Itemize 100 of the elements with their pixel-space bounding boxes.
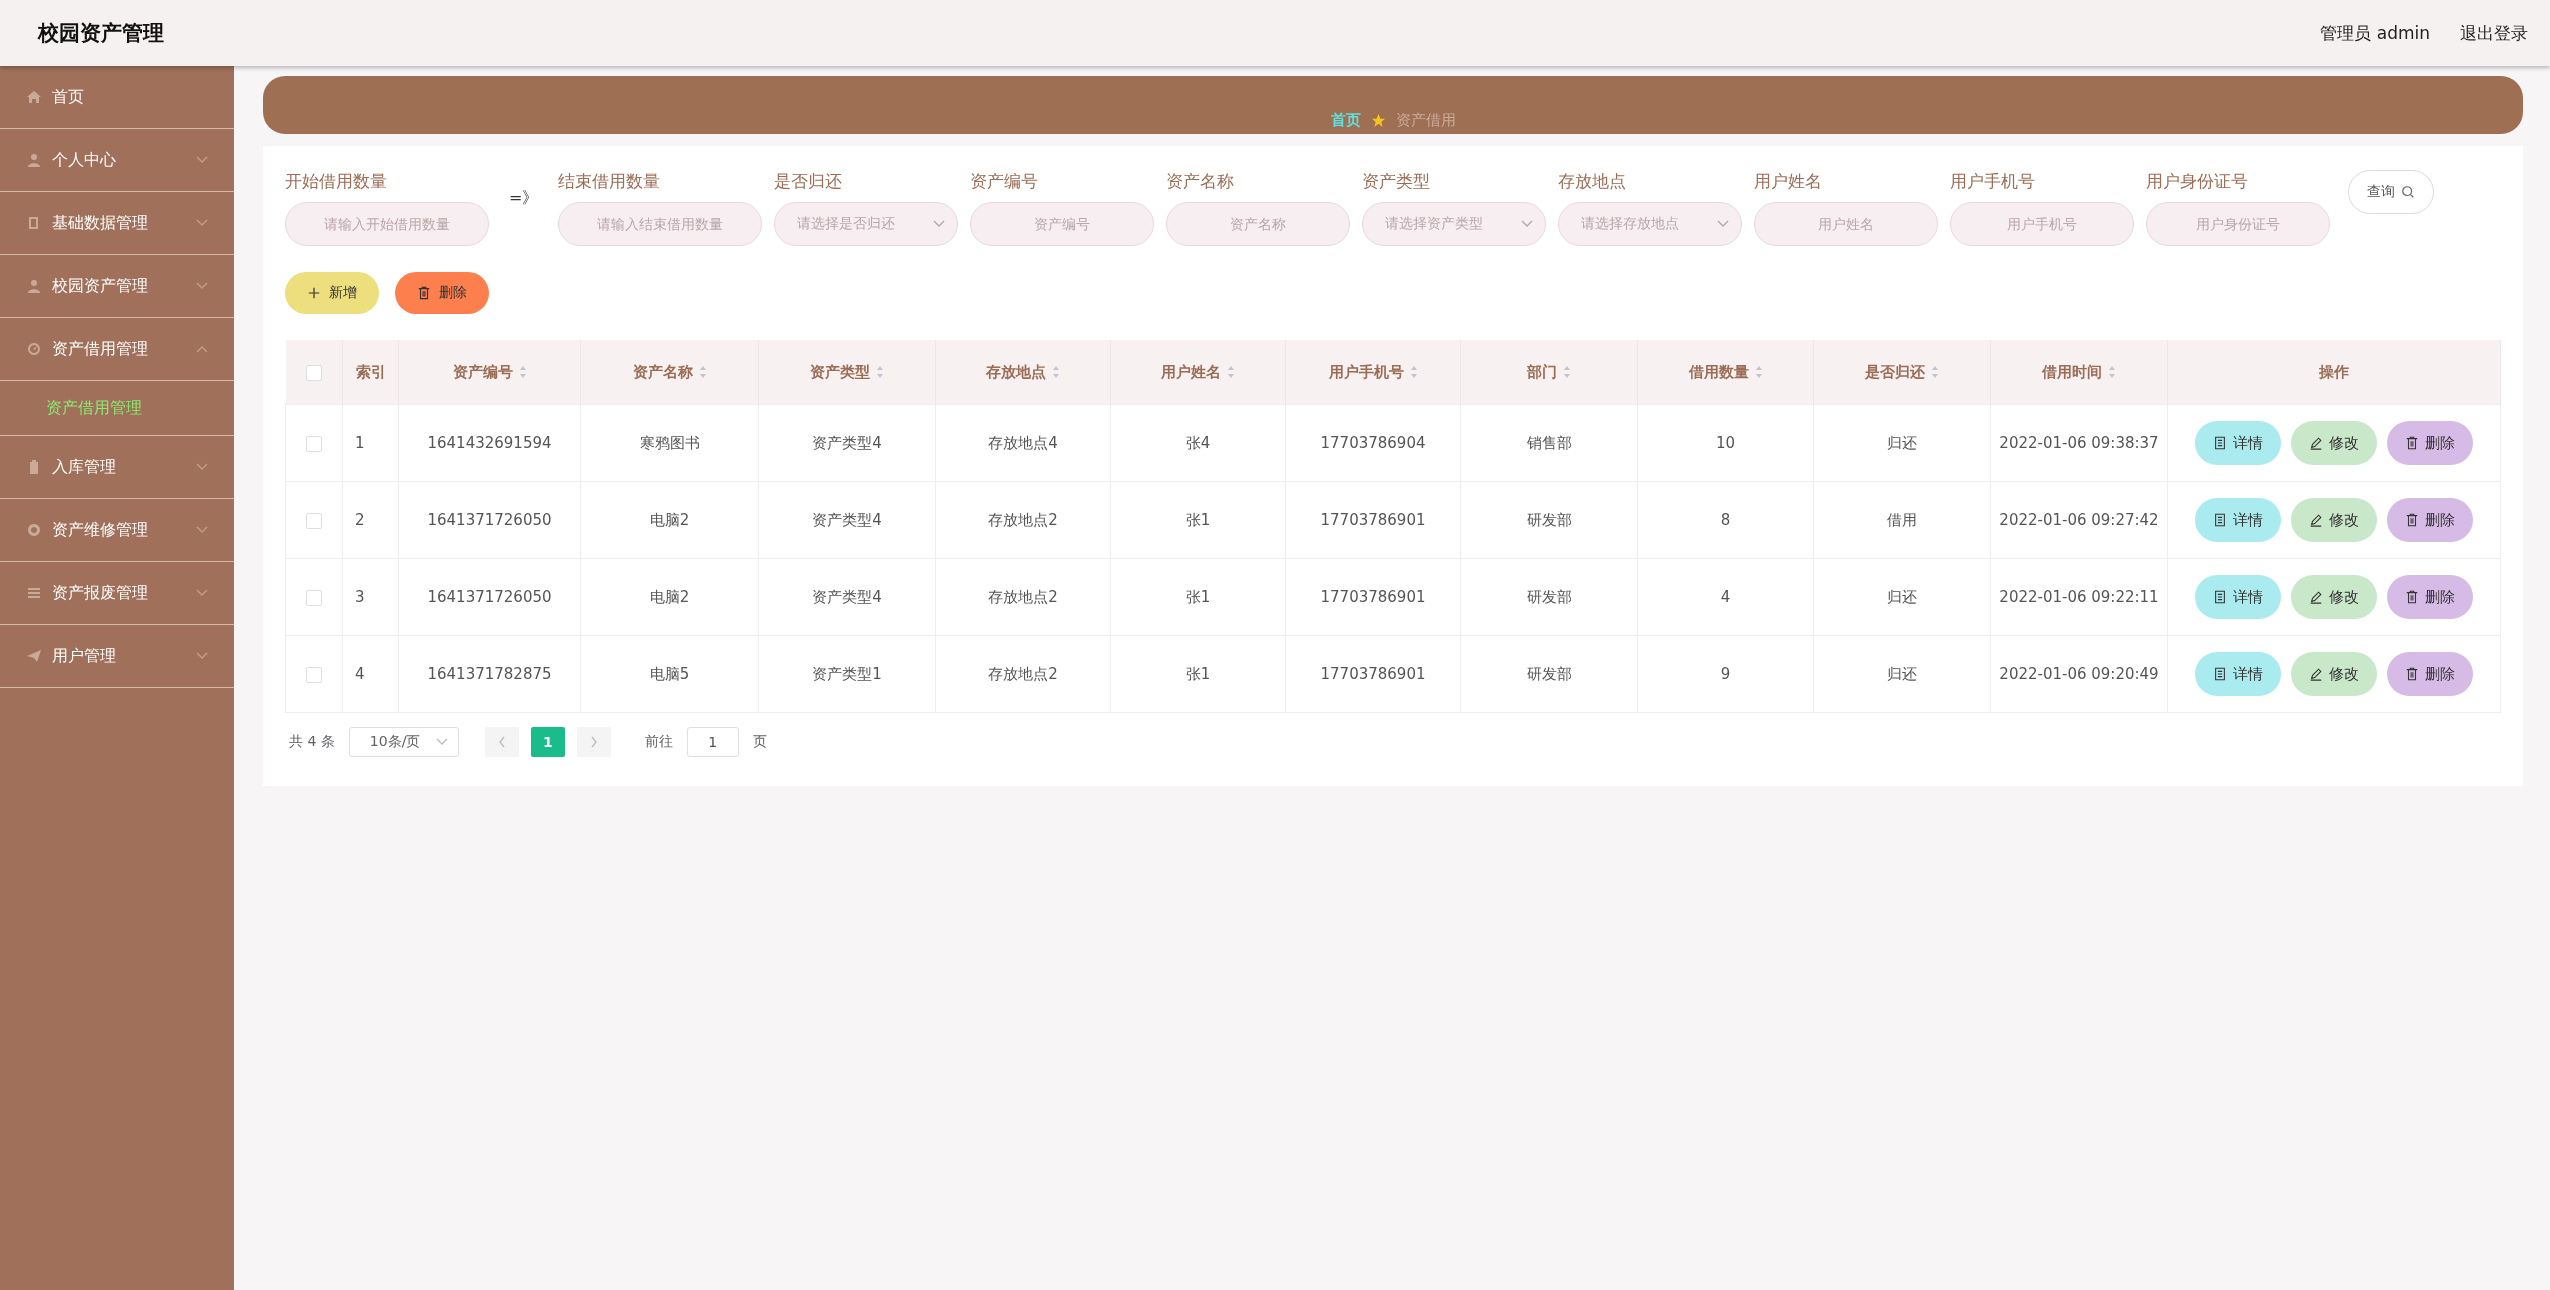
- trash-icon: [2405, 590, 2419, 604]
- detail-button[interactable]: 详情: [2195, 575, 2281, 619]
- sidebar-item[interactable]: 个人中心: [0, 129, 234, 192]
- checkbox[interactable]: [306, 589, 322, 606]
- sidebar-item[interactable]: 资产维修管理: [0, 499, 234, 562]
- table-cell: 17703786904: [1320, 434, 1426, 452]
- input-field[interactable]: 用户身份证号: [2146, 202, 2331, 246]
- column-header: 借用数量: [1688, 362, 1749, 382]
- document-icon: [2213, 590, 2227, 604]
- home-icon: [26, 89, 42, 105]
- delete-button[interactable]: 删除: [2387, 652, 2473, 696]
- sidebar-item[interactable]: 首页: [0, 66, 234, 129]
- search-button[interactable]: 查询: [2348, 170, 2435, 214]
- table-cell: 归还: [1887, 588, 1917, 606]
- checkbox[interactable]: [306, 512, 322, 529]
- sort-icon[interactable]: [1931, 365, 1939, 379]
- column-header: 资产名称: [632, 362, 693, 382]
- delete-button[interactable]: 删除: [2387, 498, 2473, 542]
- field-label: 存放地点: [1558, 170, 1628, 193]
- sort-icon[interactable]: [518, 365, 527, 379]
- input-field[interactable]: 资产名称: [1166, 202, 1351, 246]
- logout-link[interactable]: 退出登录: [2460, 21, 2528, 45]
- page-size-select[interactable]: 10条/页: [348, 727, 459, 757]
- edit-button[interactable]: 修改: [2291, 421, 2377, 465]
- sort-icon[interactable]: [1052, 365, 1060, 379]
- sort-icon[interactable]: [876, 365, 884, 379]
- table-cell: 电脑2: [649, 511, 690, 529]
- detail-button[interactable]: 详情: [2195, 652, 2281, 696]
- sidebar-item[interactable]: 用户管理: [0, 625, 234, 688]
- gauge-icon: [26, 341, 42, 357]
- table-cell: 张1: [1185, 588, 1211, 606]
- pencil-icon: [2309, 667, 2323, 681]
- edit-button[interactable]: 修改: [2291, 498, 2377, 542]
- breadcrumb-current: 资产借用: [1395, 111, 1456, 130]
- sort-icon[interactable]: [1409, 365, 1418, 379]
- delete-button[interactable]: 删除: [2387, 421, 2473, 465]
- sidebar-item[interactable]: 入库管理: [0, 436, 234, 499]
- table-cell: 17703786901: [1320, 511, 1426, 529]
- next-page-button[interactable]: [576, 727, 611, 757]
- pencil-icon: [2309, 513, 2323, 527]
- document-icon: [2213, 513, 2227, 527]
- table-cell: 1641371726050: [427, 588, 552, 606]
- table-cell: 4: [1720, 588, 1731, 606]
- page-suffix: 页: [752, 733, 767, 751]
- table-cell: 资产类型4: [812, 434, 882, 452]
- table-cell: 研发部: [1526, 511, 1572, 529]
- input-field[interactable]: 请输入结束借用数量: [558, 202, 763, 246]
- table-cell: 1641432691594: [427, 434, 552, 452]
- chevron-down-icon: [196, 156, 208, 164]
- previous-page-button[interactable]: [484, 727, 519, 757]
- table-cell: 2022-01-06 09:27:42: [1999, 511, 2159, 529]
- detail-button[interactable]: 详情: [2195, 498, 2281, 542]
- table-cell: 研发部: [1526, 665, 1572, 683]
- sort-icon[interactable]: [1754, 365, 1763, 379]
- sort-icon[interactable]: [2108, 365, 2116, 379]
- detail-button[interactable]: 详情: [2195, 421, 2281, 465]
- table-cell: 17703786901: [1320, 588, 1426, 606]
- chevron-down-icon: [196, 463, 208, 471]
- table-cell: 存放地点4: [988, 434, 1058, 452]
- chevron-down-icon: [933, 220, 946, 228]
- input-field[interactable]: 用户手机号: [1950, 202, 2135, 246]
- page-input[interactable]: 1: [686, 727, 739, 757]
- input-field[interactable]: 资产编号: [970, 202, 1155, 246]
- add-button[interactable]: 新增: [285, 272, 379, 314]
- input-field[interactable]: 用户姓名: [1754, 202, 1939, 246]
- checkbox[interactable]: [306, 435, 322, 452]
- edit-button[interactable]: 修改: [2291, 575, 2377, 619]
- goto-label: 前往: [644, 733, 673, 751]
- chevron-down-icon: [196, 589, 208, 597]
- table-cell: 借用: [1887, 511, 1917, 529]
- sidebar-item[interactable]: 校园资产管理: [0, 255, 234, 318]
- pencil-icon: [2309, 436, 2323, 450]
- field-label: 是否归还: [774, 170, 844, 193]
- total-count: 共 4 条: [289, 733, 335, 751]
- table-cell: 研发部: [1526, 588, 1572, 606]
- column-header: 是否归还: [1865, 362, 1925, 382]
- checkbox[interactable]: [305, 364, 322, 381]
- table-cell: 资产类型4: [812, 511, 882, 529]
- table-cell: 归还: [1887, 434, 1917, 452]
- delete-button[interactable]: 删除: [2387, 575, 2473, 619]
- sort-icon[interactable]: [1563, 365, 1571, 379]
- input-field[interactable]: 请输入开始借用数量: [285, 202, 489, 246]
- search-icon: [2401, 185, 2416, 199]
- table-cell: 存放地点2: [988, 665, 1058, 683]
- sidebar-item[interactable]: 资产借用管理: [0, 318, 234, 381]
- table-cell: 张4: [1185, 434, 1211, 452]
- checkbox[interactable]: [306, 666, 322, 683]
- column-header: 索引: [355, 362, 386, 382]
- trash-icon: [2405, 513, 2419, 527]
- sidebar-item[interactable]: 资产报废管理: [0, 562, 234, 625]
- sidebar-item[interactable]: 基础数据管理: [0, 192, 234, 255]
- chevron-down-icon: [196, 282, 208, 290]
- sort-icon[interactable]: [698, 365, 707, 379]
- delete-button[interactable]: 删除: [395, 272, 489, 314]
- edit-button[interactable]: 修改: [2291, 652, 2377, 696]
- paper-plane-icon: [26, 648, 42, 664]
- app-title: 校园资产管理: [38, 20, 164, 47]
- column-header: 借用时间: [2042, 362, 2102, 382]
- column-header: 操作: [2319, 362, 2349, 382]
- sort-icon[interactable]: [1227, 365, 1235, 379]
